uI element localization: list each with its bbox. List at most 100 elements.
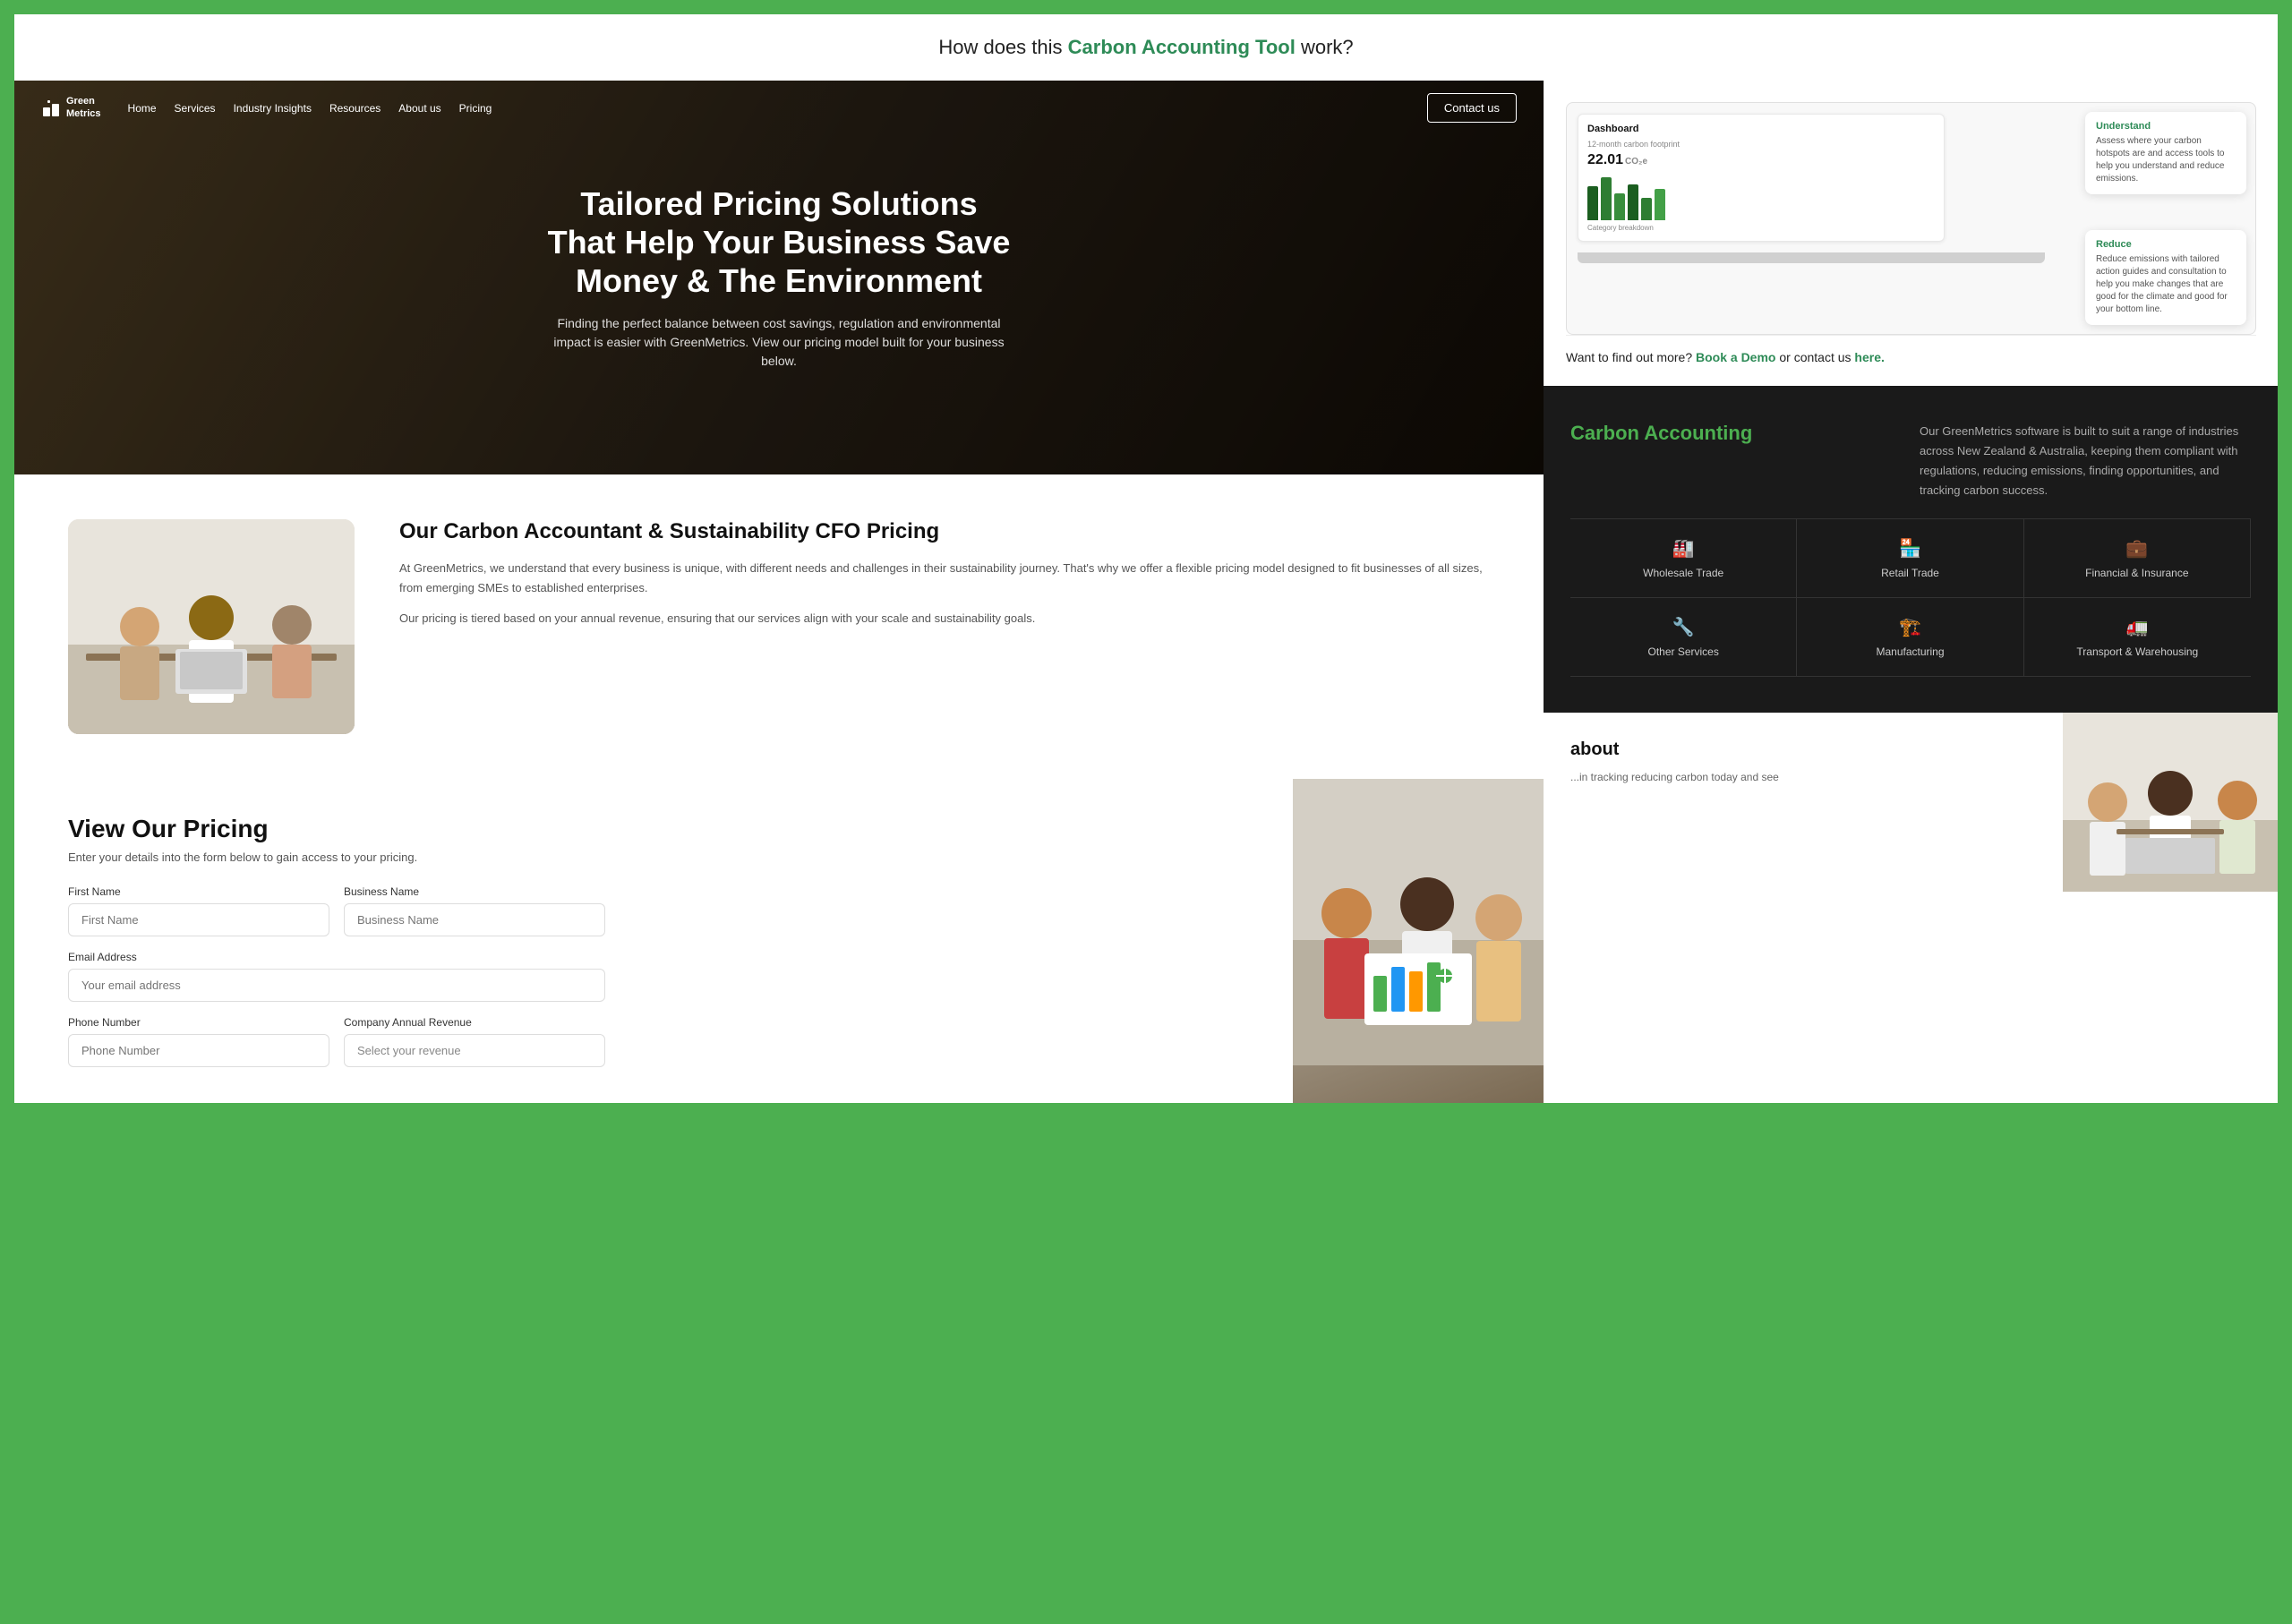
retail-icon: 🏪 bbox=[1899, 537, 1921, 560]
top-banner: How does this Carbon Accounting Tool wor… bbox=[14, 14, 2278, 81]
pricing-form-area: View Our Pricing Enter your details into… bbox=[14, 779, 1293, 1103]
about-title: about bbox=[1570, 739, 2036, 760]
industry-wholesale[interactable]: 🏭 Wholesale Trade bbox=[1570, 519, 1797, 598]
navbar: GreenMetrics Home Services Industry Insi… bbox=[14, 81, 1544, 135]
carbon-accountant-text: Our Carbon Accountant & Sustainability C… bbox=[399, 519, 1490, 639]
nav-home[interactable]: Home bbox=[128, 102, 157, 115]
bar-4 bbox=[1628, 184, 1638, 220]
logo-icon bbox=[41, 98, 61, 118]
business-name-group: Business Name bbox=[344, 885, 605, 936]
dashboard-metric: 22.01CO₂e bbox=[1587, 152, 1935, 168]
dashboard-subtitle: 12-month carbon footprint bbox=[1587, 140, 1935, 149]
reduce-text: Reduce emissions with tailored action gu… bbox=[2096, 253, 2236, 316]
nav-industry[interactable]: Industry Insights bbox=[234, 102, 312, 115]
dashboard-card: Dashboard 12-month carbon footprint 22.0… bbox=[1578, 114, 1945, 242]
nav-resources[interactable]: Resources bbox=[329, 102, 381, 115]
dashboard-mockup: Dashboard 12-month carbon footprint 22.0… bbox=[1566, 102, 2256, 335]
first-name-input[interactable] bbox=[68, 903, 329, 936]
dark-title: Carbon Accounting bbox=[1570, 422, 1902, 445]
nav-services[interactable]: Services bbox=[175, 102, 216, 115]
meeting-svg bbox=[1293, 779, 1544, 1065]
logo-text: GreenMetrics bbox=[66, 96, 101, 119]
bar-6 bbox=[1655, 189, 1665, 220]
dark-left: Carbon Accounting bbox=[1570, 422, 1902, 500]
pricing-title: View Our Pricing bbox=[68, 815, 1239, 843]
bar-2 bbox=[1601, 177, 1612, 220]
dashboard-panel: Dashboard 12-month carbon footprint 22.0… bbox=[1544, 81, 2278, 386]
wholesale-label: Wholesale Trade bbox=[1643, 567, 1723, 579]
banner-highlight: Carbon Accounting Tool bbox=[1068, 36, 1296, 58]
first-name-group: First Name bbox=[68, 885, 329, 936]
right-panels-col: Dashboard 12-month carbon footprint 22.0… bbox=[1544, 81, 2278, 1103]
logo: GreenMetrics bbox=[41, 96, 101, 119]
revenue-group: Company Annual Revenue Select your reven… bbox=[344, 1016, 605, 1067]
business-name-input[interactable] bbox=[344, 903, 605, 936]
banner-text-before: How does this bbox=[938, 36, 1067, 58]
about-team-svg bbox=[2063, 713, 2278, 892]
category-title: Category breakdown bbox=[1587, 224, 1935, 232]
phone-label: Phone Number bbox=[68, 1016, 329, 1029]
dark-content-row: Carbon Accounting Our GreenMetrics softw… bbox=[1570, 422, 2251, 500]
hero-title: Tailored Pricing Solutions That Help You… bbox=[546, 184, 1012, 301]
business-name-label: Business Name bbox=[344, 885, 605, 898]
pricing-subtitle: Enter your details into the form below t… bbox=[68, 850, 1239, 864]
industry-retail[interactable]: 🏪 Retail Trade bbox=[1797, 519, 2023, 598]
want-text: Want to find out more? bbox=[1566, 350, 1692, 364]
manufacturing-label: Manufacturing bbox=[1876, 645, 1944, 658]
revenue-label: Company Annual Revenue bbox=[344, 1016, 605, 1029]
pricing-side-image bbox=[1293, 779, 1544, 1103]
email-label: Email Address bbox=[68, 951, 605, 963]
dark-text: Our GreenMetrics software is built to su… bbox=[1920, 422, 2251, 500]
demo-contact: Want to find out more? Book a Demo or co… bbox=[1566, 335, 2256, 364]
contact-button[interactable]: Contact us bbox=[1427, 93, 1517, 123]
pricing-section: View Our Pricing Enter your details into… bbox=[14, 779, 1544, 1103]
website-frame: GreenMetrics Home Services Industry Insi… bbox=[14, 81, 2278, 1103]
manufacturing-icon: 🏗️ bbox=[1899, 616, 1921, 638]
bar-5 bbox=[1641, 198, 1652, 220]
laptop-base bbox=[1578, 252, 2045, 263]
team-svg bbox=[68, 519, 355, 734]
phone-group: Phone Number bbox=[68, 1016, 329, 1067]
team-image bbox=[68, 519, 355, 734]
left-main-col: GreenMetrics Home Services Industry Insi… bbox=[14, 81, 1544, 1103]
hero-subtitle: Finding the perfect balance between cost… bbox=[546, 314, 1012, 371]
transport-icon: 🚛 bbox=[2126, 616, 2149, 638]
dark-industries-section: Carbon Accounting Our GreenMetrics softw… bbox=[1544, 386, 2278, 713]
contact-here-link[interactable]: here. bbox=[1854, 350, 1884, 364]
other-icon: 🔧 bbox=[1672, 616, 1695, 638]
nav-links: Home Services Industry Insights Resource… bbox=[128, 100, 1427, 116]
pricing-form: First Name Business Name Email Address bbox=[68, 885, 605, 1067]
image-placeholder bbox=[68, 519, 355, 734]
email-input[interactable] bbox=[68, 969, 605, 1002]
industry-manufacturing[interactable]: 🏗️ Manufacturing bbox=[1797, 598, 2023, 677]
nav-about[interactable]: About us bbox=[398, 102, 440, 115]
revenue-select[interactable]: Select your revenue bbox=[344, 1034, 605, 1067]
nav-pricing[interactable]: Pricing bbox=[459, 102, 492, 115]
phone-input[interactable] bbox=[68, 1034, 329, 1067]
financial-icon: 💼 bbox=[2125, 537, 2148, 560]
other-label: Other Services bbox=[1647, 645, 1718, 658]
email-group: Email Address bbox=[68, 951, 605, 1002]
reduce-title: Reduce bbox=[2096, 239, 2236, 250]
about-image bbox=[2063, 713, 2278, 1103]
first-name-label: First Name bbox=[68, 885, 329, 898]
industry-financial[interactable]: 💼 Financial & Insurance bbox=[2024, 519, 2251, 598]
understand-text: Assess where your carbon hotspots are an… bbox=[2096, 135, 2236, 185]
industry-other[interactable]: 🔧 Other Services bbox=[1570, 598, 1797, 677]
understand-title: Understand bbox=[2096, 121, 2236, 132]
understand-callout: Understand Assess where your carbon hots… bbox=[2085, 112, 2246, 194]
bar-3 bbox=[1614, 193, 1625, 220]
book-demo-link[interactable]: Book a Demo bbox=[1696, 350, 1775, 364]
carbon-accountant-title: Our Carbon Accountant & Sustainability C… bbox=[399, 519, 1490, 544]
reduce-callout: Reduce Reduce emissions with tailored ac… bbox=[2085, 230, 2246, 325]
hero-content: Tailored Pricing Solutions That Help You… bbox=[510, 184, 1048, 372]
bar-1 bbox=[1587, 186, 1598, 220]
industries-grid: 🏭 Wholesale Trade 🏪 Retail Trade 💼 Finan… bbox=[1570, 518, 2251, 677]
financial-label: Financial & Insurance bbox=[2085, 567, 2188, 579]
carbon-para-1: At GreenMetrics, we understand that ever… bbox=[399, 559, 1490, 598]
carbon-para-2: Our pricing is tiered based on your annu… bbox=[399, 609, 1490, 628]
industry-transport[interactable]: 🚛 Transport & Warehousing bbox=[2024, 598, 2251, 677]
dark-right: Our GreenMetrics software is built to su… bbox=[1920, 422, 2251, 500]
or-text: or contact us bbox=[1779, 350, 1851, 364]
transport-label: Transport & Warehousing bbox=[2076, 645, 2198, 658]
